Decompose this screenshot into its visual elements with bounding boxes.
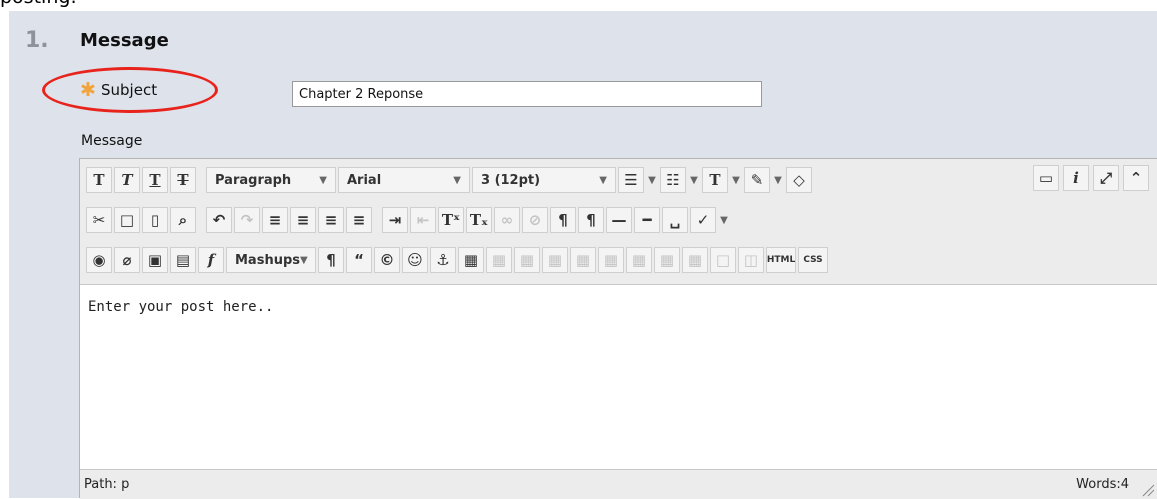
- rtl-icon[interactable]: ¶: [578, 207, 604, 233]
- merge-cells-icon[interactable]: ◫: [738, 247, 764, 273]
- copyright-icon[interactable]: ©: [374, 247, 400, 273]
- emoticon-icon[interactable]: ☺: [402, 247, 428, 273]
- size-dropdown-label: 3 (12pt): [481, 172, 541, 188]
- mashups-dropdown[interactable]: Mashups ▼: [226, 247, 316, 273]
- thick-rule-icon[interactable]: ━: [634, 207, 660, 233]
- collapse-toolbar-icon[interactable]: ⌃: [1123, 165, 1149, 191]
- text-color-icon[interactable]: T: [702, 167, 728, 193]
- bold-button[interactable]: T: [86, 167, 112, 193]
- editor-toolbar: T T T T Paragraph ▼ Arial ▼ 3 (12pt) ▼ ☰ ▼ …: [80, 159, 1157, 285]
- chevron-down-icon[interactable]: ▼: [646, 167, 658, 193]
- insert-row-after-icon[interactable]: ▦: [570, 247, 596, 273]
- anchor-icon[interactable]: ⚓: [430, 247, 456, 273]
- cut-icon[interactable]: ✂: [86, 207, 112, 233]
- outdent-icon[interactable]: ⇤: [410, 207, 436, 233]
- chevron-down-icon: ▼: [300, 254, 308, 266]
- editor-content-text: Enter your post here..: [88, 299, 274, 315]
- paragraph-icon[interactable]: ¶: [318, 247, 344, 273]
- link-icon[interactable]: ∞: [494, 207, 520, 233]
- css-button[interactable]: CSS: [798, 247, 828, 273]
- indent-icon[interactable]: ⇥: [382, 207, 408, 233]
- italic-button[interactable]: T: [114, 167, 140, 193]
- insert-col-before-icon[interactable]: ▦: [626, 247, 652, 273]
- step-number: 1.: [25, 28, 49, 53]
- redo-icon[interactable]: ↷: [234, 207, 260, 233]
- ltr-icon[interactable]: ¶: [550, 207, 576, 233]
- font-dropdown[interactable]: Arial ▼: [338, 167, 470, 193]
- delete-row-icon[interactable]: ▦: [598, 247, 624, 273]
- message-label: Message: [81, 133, 143, 149]
- format-dropdown-label: Paragraph: [215, 172, 292, 188]
- horizontal-rule-icon[interactable]: —: [606, 207, 632, 233]
- align-justify-icon[interactable]: ≡: [346, 207, 372, 233]
- resize-grip-icon[interactable]: [1141, 483, 1155, 497]
- undo-icon[interactable]: ↶: [206, 207, 232, 233]
- font-dropdown-label: Arial: [347, 172, 382, 188]
- insert-row-before-icon[interactable]: ▦: [542, 247, 568, 273]
- paste-icon[interactable]: ▯: [142, 207, 168, 233]
- superscript-icon[interactable]: Tˣ: [438, 207, 464, 233]
- nonbreaking-space-icon[interactable]: ␣: [662, 207, 688, 233]
- info-icon[interactable]: i: [1063, 165, 1089, 191]
- mashups-label: Mashups: [235, 252, 300, 268]
- spellcheck-icon[interactable]: ✓: [690, 207, 716, 233]
- find-icon[interactable]: ⌕: [170, 207, 196, 233]
- html-button[interactable]: HTML: [766, 247, 796, 273]
- element-path: Path: p: [84, 477, 130, 492]
- delete-col-icon[interactable]: ▦: [682, 247, 708, 273]
- chevron-down-icon: ▼: [319, 174, 327, 186]
- size-dropdown[interactable]: 3 (12pt) ▼: [472, 167, 616, 193]
- chevron-down-icon[interactable]: ▼: [718, 207, 730, 233]
- editor-status-bar: Path: p Words:4: [80, 469, 1157, 499]
- underline-button[interactable]: T: [142, 167, 168, 193]
- split-cells-icon[interactable]: □: [710, 247, 736, 273]
- align-right-icon[interactable]: ≡: [318, 207, 344, 233]
- highlight-pen-icon[interactable]: ✎: [744, 167, 770, 193]
- attach-icon[interactable]: ⌀: [114, 247, 140, 273]
- quote-icon[interactable]: “: [346, 247, 372, 273]
- numbered-list-icon[interactable]: ☷: [660, 167, 686, 193]
- chevron-down-icon[interactable]: ▼: [772, 167, 784, 193]
- chevron-down-icon: ▼: [599, 174, 607, 186]
- copy-icon[interactable]: □: [114, 207, 140, 233]
- image-icon[interactable]: ▣: [142, 247, 168, 273]
- strikethrough-button[interactable]: T: [170, 167, 196, 193]
- record-icon[interactable]: ◉: [86, 247, 112, 273]
- subscript-icon[interactable]: Tₓ: [466, 207, 492, 233]
- editor-content-area[interactable]: Enter your post here..: [80, 285, 1157, 469]
- subject-input[interactable]: [292, 81, 762, 107]
- table-cell-props-icon[interactable]: ▦: [514, 247, 540, 273]
- eraser-icon[interactable]: ◇: [786, 167, 812, 193]
- align-center-icon[interactable]: ≡: [290, 207, 316, 233]
- formula-icon[interactable]: f: [198, 247, 224, 273]
- fullscreen-icon[interactable]: ⤢: [1093, 165, 1119, 191]
- table-icon[interactable]: ▦: [458, 247, 484, 273]
- table-row-props-icon[interactable]: ▦: [486, 247, 512, 273]
- chevron-down-icon: ▼: [453, 174, 461, 186]
- rich-text-editor: T T T T Paragraph ▼ Arial ▼ 3 (12pt) ▼ ☰ ▼ …: [79, 158, 1157, 499]
- preview-icon[interactable]: ▭: [1033, 165, 1059, 191]
- cut-off-text: posting:: [0, 0, 77, 8]
- insert-col-after-icon[interactable]: ▦: [654, 247, 680, 273]
- format-dropdown[interactable]: Paragraph ▼: [206, 167, 336, 193]
- bullet-list-icon[interactable]: ☰: [618, 167, 644, 193]
- unlink-icon[interactable]: ⊘: [522, 207, 548, 233]
- chevron-down-icon[interactable]: ▼: [730, 167, 742, 193]
- highlight-ellipse: [42, 67, 218, 113]
- step-title: Message: [80, 30, 169, 51]
- chevron-down-icon[interactable]: ▼: [688, 167, 700, 193]
- media-icon[interactable]: ▤: [170, 247, 196, 273]
- align-left-icon[interactable]: ≡: [262, 207, 288, 233]
- word-count: Words:4: [1076, 477, 1129, 492]
